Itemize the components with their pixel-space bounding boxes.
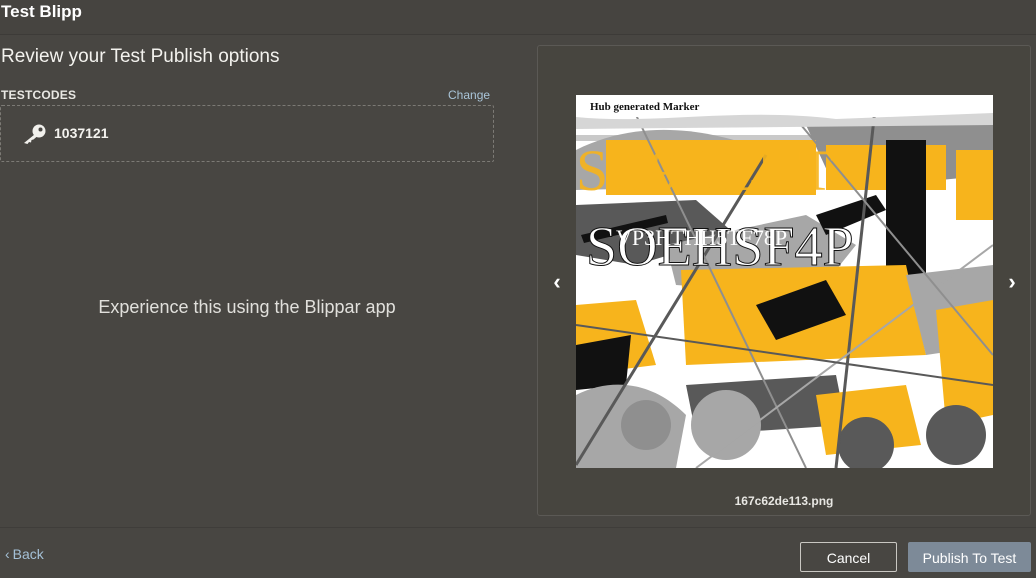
marker-artwork: SO9AEHT SOEHSF4P VP3HTHH5TF78P [576,95,993,468]
review-heading: Review your Test Publish options [1,46,280,67]
testcodes-label: TESTCODES [1,88,77,102]
key-icon [24,124,46,144]
svg-text:VP3HTHH5TF78P: VP3HTHH5TF78P [616,225,787,250]
chevron-right-icon[interactable]: › [1002,270,1022,294]
testcode-value: 1037121 [54,125,109,141]
marker-label: Hub generated Marker [590,101,700,113]
change-testcode-link[interactable]: Change [448,88,490,102]
back-link[interactable]: ‹ Back [5,546,44,562]
publish-to-test-button[interactable]: Publish To Test [908,542,1031,572]
svg-text:SO9AEHT: SO9AEHT [576,138,834,203]
testcode-box: 1037121 [0,105,494,162]
blippar-app-message: Experience this using the Blippar app [98,297,396,317]
marker-filename: 167c62de113.png [734,494,834,508]
chevron-left-icon[interactable]: ‹ [547,270,567,294]
back-label: Back [12,546,44,562]
marker-preview-panel: ‹ SO9AEHT SOEHSF4P VP3HTHH5TF78P Hub gen… [537,45,1031,516]
title-bar: Test Blipp [0,0,1036,35]
footer-divider [0,527,1036,528]
marker-image: SO9AEHT SOEHSF4P VP3HTHH5TF78P Hub gener… [576,95,993,468]
window-title: Test Blipp [1,2,82,21]
cancel-button[interactable]: Cancel [800,542,897,572]
chevron-left-small-icon: ‹ [5,546,10,562]
